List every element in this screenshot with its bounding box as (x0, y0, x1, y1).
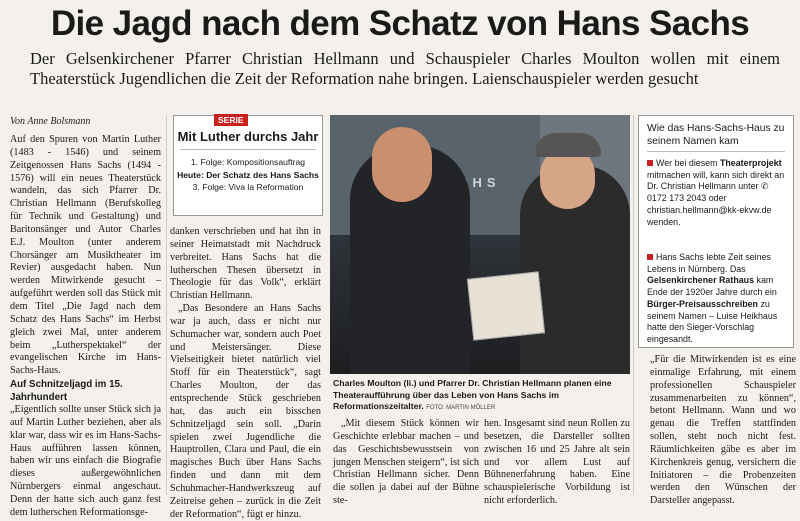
article-column-3: „Mit diesem Stück können wir Geschichte … (333, 418, 479, 508)
subheadline: Der Gelsenkirchener Pfarrer Christian He… (30, 49, 780, 88)
paragraph: Auf den Spuren von Martin Luther (1483 -… (10, 134, 161, 377)
series-list: 1. Folge: Kompositionsauftrag Heute: Der… (174, 156, 322, 194)
series-item: 3. Folge: Viva la Reformation (192, 182, 304, 192)
series-item: 1. Folge: Kompositionsauftrag (190, 157, 306, 167)
article-column-5: „Für die Mitwirkenden ist es eine einmal… (650, 354, 796, 508)
divider (647, 151, 785, 152)
series-tag: SERIE (214, 114, 248, 126)
paragraph: hen. Insgesamt sind neun Rollen zu beset… (484, 418, 630, 507)
text-bold: Bürger-Preisausschreiben (647, 298, 758, 309)
article-column-4: hen. Insgesamt sind neun Rollen zu beset… (484, 418, 630, 508)
paragraph: „Eigentlich sollte unser Stück sich ja a… (10, 404, 161, 518)
paragraph: „Mit diesem Stück können wir Geschichte … (333, 418, 479, 507)
series-item-current: Heute: Der Schatz des Hans Sachs (177, 169, 319, 180)
subheading: Auf Schnitzeljagd im 15. Jahrhundert (10, 379, 123, 404)
phone-number: 0172 173 2043 (647, 193, 707, 204)
paragraph: „Das Besondere an Hans Sachs war ja auch… (170, 303, 321, 520)
text-bold: Theaterprojekt (719, 158, 782, 168)
article-column-2: danken verschrieben und hat ihn in seine… (170, 226, 321, 521)
paragraph: „Für die Mitwirkenden ist es eine einmal… (650, 354, 796, 507)
byline: Von Anne Bolsmann (10, 116, 91, 127)
bullet-icon (647, 160, 653, 166)
column-divider (166, 115, 167, 495)
hat (535, 133, 601, 157)
text: Wer bei diesem (656, 158, 720, 168)
info-item-contact: Wer bei diesem Theaterprojekt mitmachen … (647, 158, 789, 228)
book (466, 271, 546, 341)
info-item-history: Hans Sachs lebte Zeit seines Lebens in N… (647, 252, 789, 346)
series-title: Mit Luther durchs Jahr (177, 129, 319, 144)
bullet-icon (647, 254, 653, 260)
phone-icon: ✆ (760, 181, 769, 192)
divider (180, 149, 316, 150)
text-bold: Gelsenkirchener Rathaus (647, 275, 755, 286)
paragraph: danken verschrieben und hat ihn in seine… (170, 226, 321, 302)
headline: Die Jagd nach dem Schatz von Hans Sachs (50, 4, 750, 43)
info-title: Wie das Hans-Sachs-Haus zu seinem Namen … (647, 123, 785, 147)
text: Hans Sachs lebte Zeit seines Lebens in N… (647, 252, 771, 274)
article-photo: SACHS (330, 115, 630, 374)
column-divider (633, 115, 634, 495)
article-column-1: Auf den Spuren von Martin Luther (1483 -… (10, 134, 161, 520)
series-box: SERIE Mit Luther durchs Jahr 1. Folge: K… (173, 114, 323, 216)
info-box: Wie das Hans-Sachs-Haus zu seinem Namen … (638, 115, 794, 348)
face-left (372, 127, 432, 202)
photo-credit: FOTO: MARTIN MÖLLER (426, 405, 496, 411)
photo-caption: Charles Moulton (li.) und Pfarrer Dr. Ch… (333, 378, 628, 415)
